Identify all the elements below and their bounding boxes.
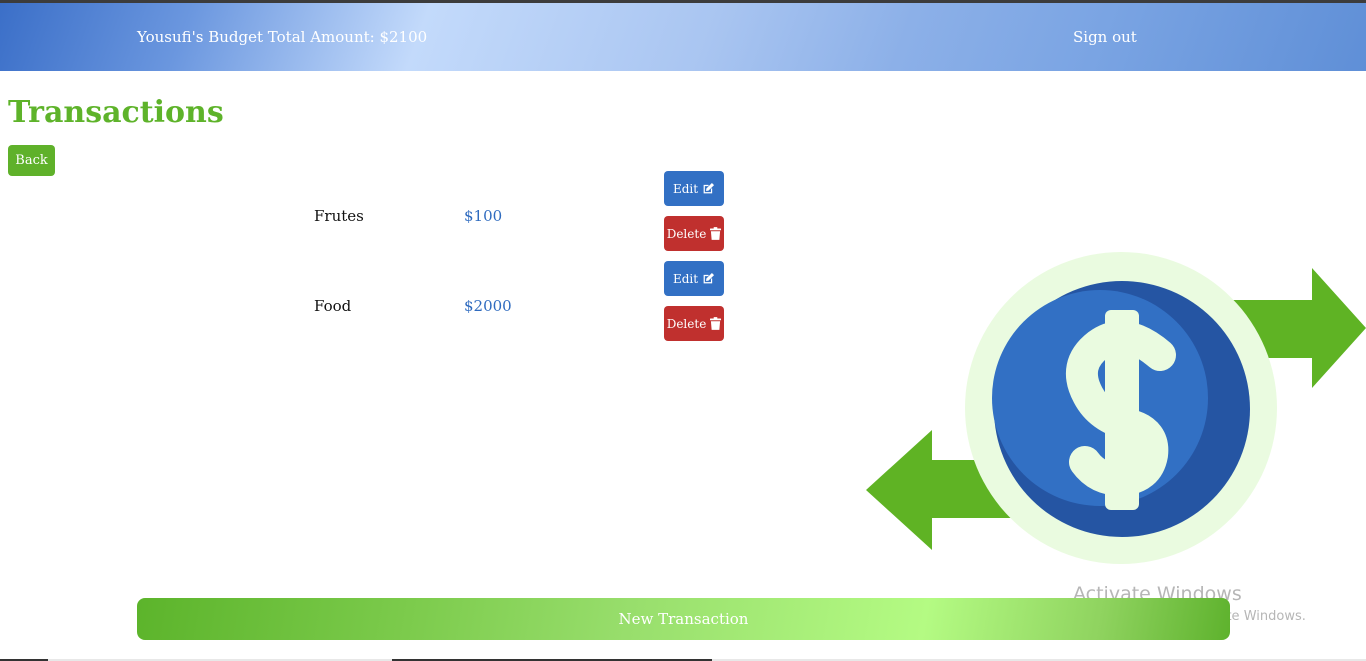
transaction-amount: $2000 [464,297,512,315]
delete-button[interactable]: Delete [664,306,724,341]
delete-button[interactable]: Delete [664,216,724,251]
transaction-name: Food [314,297,352,315]
edit-button[interactable]: Edit [664,171,724,206]
transaction-amount: $100 [464,207,503,225]
budget-total-title: Yousufi's Budget Total Amount: $2100 [137,28,428,46]
sign-out-link[interactable]: Sign out [1073,28,1137,46]
dollar-exchange-icon [866,252,1366,564]
edit-button[interactable]: Edit [664,261,724,296]
top-navbar: Yousufi's Budget Total Amount: $2100 Sig… [0,0,1366,71]
edit-label: Edit [672,181,699,196]
trash-icon [710,317,722,330]
edit-label: Edit [672,271,699,286]
page-title: Transactions [8,95,224,130]
pen-to-square-icon [703,182,715,194]
new-transaction-button[interactable]: New Transaction [137,598,1230,640]
trash-icon [710,227,722,240]
pen-to-square-icon [703,272,715,284]
back-button[interactable]: Back [8,145,55,176]
delete-label: Delete [666,316,707,331]
delete-label: Delete [666,226,707,241]
transaction-name: Frutes [314,207,364,225]
